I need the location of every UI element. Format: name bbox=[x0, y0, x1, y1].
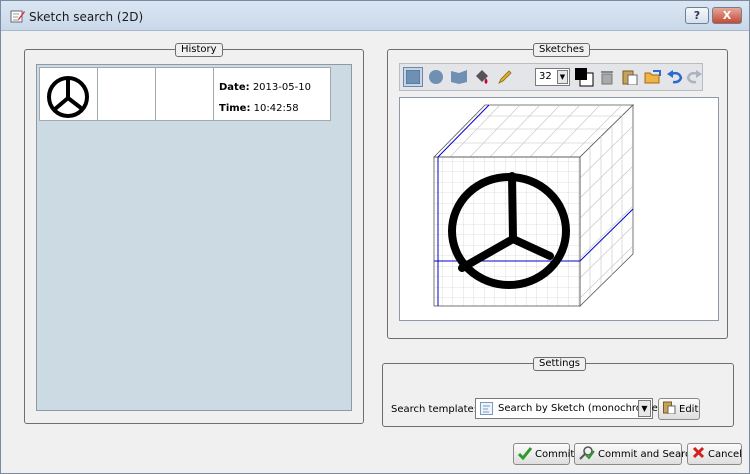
paste-icon[interactable] bbox=[620, 67, 640, 87]
chevron-down-icon[interactable]: ▼ bbox=[638, 400, 651, 417]
settings-group-title: Settings bbox=[533, 357, 587, 371]
checkmark-icon bbox=[517, 446, 533, 463]
close-icon bbox=[692, 446, 705, 462]
chevron-down-icon[interactable]: ▼ bbox=[557, 70, 568, 84]
commit-button[interactable]: Commit bbox=[513, 443, 574, 465]
edit-template-button[interactable]: Edit bbox=[658, 398, 700, 420]
sketch-canvas[interactable] bbox=[399, 97, 719, 321]
commit-label: Commit bbox=[535, 448, 575, 460]
settings-group: Settings Search template: Search by Sket… bbox=[382, 357, 734, 427]
sketch-search-window: Sketch search (2D) ? X History Date: 201… bbox=[0, 0, 750, 474]
search-icon bbox=[579, 445, 595, 463]
sketch-toolbar: 32 ▼ bbox=[399, 63, 703, 91]
cancel-label: Cancel bbox=[708, 448, 742, 460]
edit-label: Edit bbox=[679, 403, 699, 415]
history-empty-slot[interactable] bbox=[98, 68, 156, 120]
history-item-meta: Date: 2013-05-10 Time: 10:42:58 bbox=[214, 68, 311, 120]
history-thumbnail[interactable] bbox=[40, 68, 98, 120]
time-label: Time: bbox=[219, 103, 251, 114]
paste-icon bbox=[663, 401, 676, 417]
pencil-icon[interactable] bbox=[495, 67, 515, 87]
flag-tool-icon[interactable] bbox=[449, 67, 469, 87]
help-button[interactable]: ? bbox=[685, 7, 709, 24]
history-empty-slot[interactable] bbox=[156, 68, 214, 120]
commit-and-search-button[interactable]: Commit and Search bbox=[574, 443, 697, 465]
sketch-app-icon bbox=[10, 9, 26, 24]
peace-symbol-sketch-icon bbox=[47, 76, 89, 118]
trash-icon[interactable] bbox=[597, 67, 617, 87]
history-item[interactable]: Date: 2013-05-10 Time: 10:42:58 bbox=[39, 67, 331, 121]
sketches-group-title: Sketches bbox=[533, 43, 591, 57]
commit-and-search-label: Commit and Search bbox=[598, 448, 697, 460]
brush-size-select[interactable]: 32 ▼ bbox=[535, 68, 570, 86]
search-template-label: Search template: bbox=[391, 404, 478, 415]
grid-cube-sketch bbox=[433, 104, 634, 307]
history-time: 10:42:58 bbox=[253, 103, 299, 114]
date-label: Date: bbox=[219, 82, 250, 93]
history-group: History Date: 2013-05-10 Time: 10:42:58 bbox=[24, 43, 364, 424]
rectangle-tool-icon[interactable] bbox=[403, 67, 423, 87]
history-group-title: History bbox=[175, 43, 223, 57]
history-date: 2013-05-10 bbox=[252, 82, 311, 93]
brush-size-value: 32 bbox=[539, 71, 552, 82]
title-bar: Sketch search (2D) ? X bbox=[1, 1, 749, 31]
undo-icon[interactable] bbox=[665, 67, 685, 87]
window-title: Sketch search (2D) bbox=[29, 10, 144, 24]
close-window-button[interactable]: X bbox=[712, 7, 742, 24]
search-template-select[interactable]: Search by Sketch (monochrome) ▼ bbox=[475, 398, 662, 422]
sketches-group: Sketches 32 ▼ bbox=[387, 43, 728, 339]
cancel-button[interactable]: Cancel bbox=[687, 443, 742, 465]
template-icon bbox=[480, 402, 493, 422]
history-list[interactable]: Date: 2013-05-10 Time: 10:42:58 bbox=[36, 64, 352, 411]
fill-bucket-icon[interactable] bbox=[472, 67, 492, 87]
ellipse-tool-icon[interactable] bbox=[426, 67, 446, 87]
color-picker-icon[interactable] bbox=[574, 67, 594, 87]
redo-icon[interactable] bbox=[684, 67, 704, 87]
open-folder-icon[interactable] bbox=[643, 67, 663, 87]
